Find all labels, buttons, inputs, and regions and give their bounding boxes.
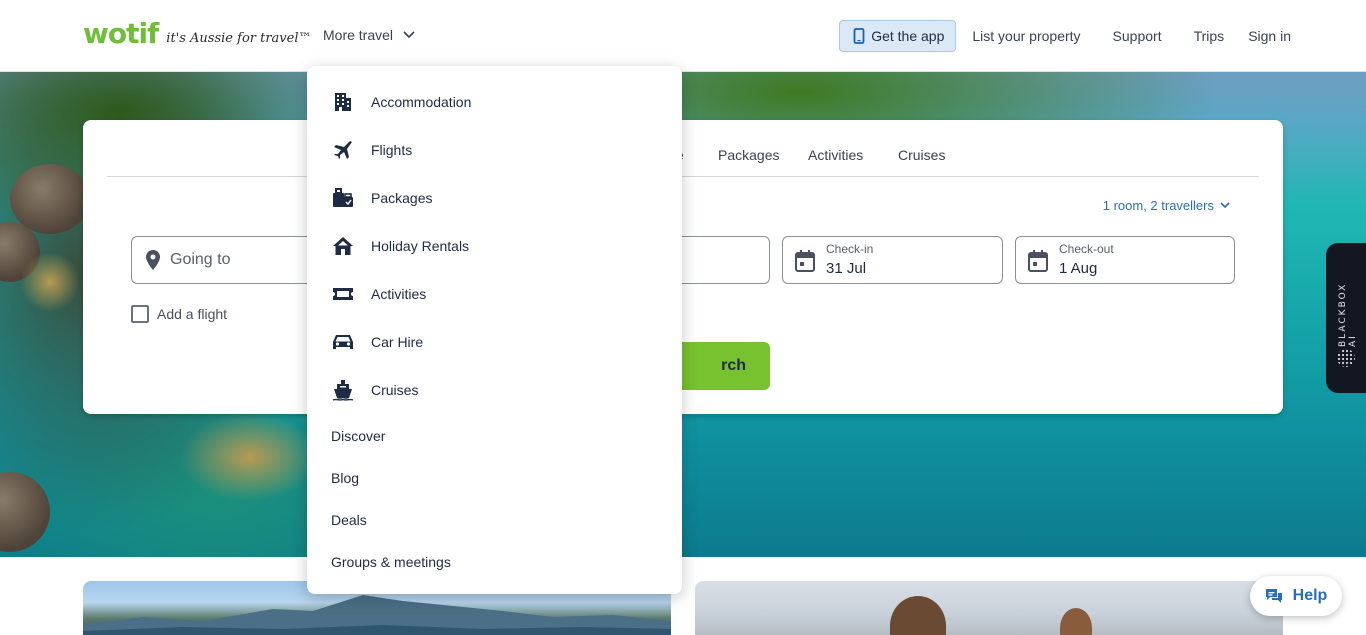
blackbox-ai-label: BLACKBOX AI <box>1338 282 1358 347</box>
menu-item-activities[interactable]: Activities <box>331 282 426 306</box>
going-to-placeholder: Going to <box>170 251 231 268</box>
chevron-down-icon <box>403 31 415 39</box>
menu-item-flights[interactable]: Flights <box>331 138 412 162</box>
help-button[interactable]: Help <box>1250 576 1342 616</box>
menu-item-label: Accommodation <box>371 94 472 110</box>
menu-item-groups-meetings[interactable]: Groups & meetings <box>331 554 451 570</box>
promo-image-people[interactable] <box>695 581 1283 635</box>
more-travel-label: More travel <box>323 27 394 43</box>
calendar-icon <box>795 250 815 272</box>
search-card: e Packages Activities Cruises 1 room, 2 … <box>83 120 1283 414</box>
tab-packages[interactable]: Packages <box>718 147 779 163</box>
blackbox-logo-icon <box>1337 349 1355 367</box>
person-photo <box>890 596 946 635</box>
building-icon <box>331 90 355 114</box>
luggage-icon <box>331 186 355 210</box>
tab-activities[interactable]: Activities <box>808 147 863 163</box>
chat-bubbles-icon <box>1265 589 1282 603</box>
menu-item-label: Packages <box>371 190 433 206</box>
search-tabs: e Packages Activities Cruises <box>107 120 1259 177</box>
add-flight-checkbox[interactable] <box>131 305 149 323</box>
menu-item-deals[interactable]: Deals <box>331 512 367 528</box>
hero-rock <box>10 164 90 234</box>
check-in-value: 31 Jul <box>826 260 867 277</box>
hero-reef <box>20 252 80 312</box>
chevron-down-icon <box>1220 202 1230 209</box>
search-button-label: rch <box>721 357 746 374</box>
add-flight-label: Add a flight <box>157 306 228 322</box>
support-link[interactable]: Support <box>1113 28 1162 44</box>
check-out-value: 1 Aug <box>1059 260 1098 277</box>
hero-reef <box>180 412 320 502</box>
menu-item-label: Cruises <box>371 382 419 398</box>
logo-tagline: it's Aussie for travel™ <box>166 31 312 46</box>
site-header: wotif it's Aussie for travel™ More trave… <box>0 0 1366 72</box>
add-flight-option[interactable]: Add a flight <box>131 305 227 323</box>
calendar-icon <box>1028 250 1048 272</box>
car-icon <box>331 330 355 354</box>
ticket-icon <box>331 282 355 306</box>
check-out-field[interactable]: Check-out 1 Aug <box>1015 236 1235 284</box>
menu-item-blog[interactable]: Blog <box>331 470 359 486</box>
menu-item-label: Flights <box>371 142 413 158</box>
travellers-label: 1 room, 2 travellers <box>1102 198 1214 213</box>
menu-item-discover[interactable]: Discover <box>331 428 385 444</box>
help-label: Help <box>1292 587 1328 604</box>
menu-item-label: Holiday Rentals <box>371 238 470 254</box>
check-in-label: Check-in <box>826 242 874 256</box>
phone-icon <box>853 28 865 44</box>
menu-item-accommodation[interactable]: Accommodation <box>331 90 471 114</box>
blackbox-ai-widget[interactable]: BLACKBOX AI <box>1326 243 1366 393</box>
plane-icon <box>331 138 355 162</box>
ship-icon <box>331 378 355 402</box>
more-travel-dropdown: Accommodation Flights Packages Holiday R… <box>307 66 682 594</box>
menu-item-label: Car Hire <box>371 334 424 350</box>
tab-cruises[interactable]: Cruises <box>898 147 945 163</box>
person-photo <box>1060 608 1092 635</box>
menu-item-holiday-rentals[interactable]: Holiday Rentals <box>331 234 469 258</box>
check-in-field[interactable]: Check-in 31 Jul <box>782 236 1003 284</box>
menu-item-packages[interactable]: Packages <box>331 186 432 210</box>
logo-wordmark: wotif <box>83 17 159 50</box>
map-pin-icon <box>146 250 160 270</box>
more-travel-menu-button[interactable]: More travel <box>323 27 415 43</box>
menu-item-cruises[interactable]: Cruises <box>331 378 418 402</box>
sign-in-link[interactable]: Sign in <box>1248 28 1291 44</box>
house-icon <box>331 234 355 258</box>
wotif-logo[interactable]: wotif it's Aussie for travel™ <box>83 18 312 50</box>
menu-item-car-hire[interactable]: Car Hire <box>331 330 423 354</box>
check-out-label: Check-out <box>1059 242 1114 256</box>
travellers-selector[interactable]: 1 room, 2 travellers <box>1103 198 1230 213</box>
going-to-input[interactable]: Going to <box>131 236 331 284</box>
get-the-app-button[interactable]: Get the app <box>839 20 957 52</box>
list-your-property-link[interactable]: List your property <box>972 28 1080 44</box>
trips-link[interactable]: Trips <box>1194 28 1225 44</box>
get-the-app-label: Get the app <box>871 28 945 44</box>
menu-item-label: Activities <box>371 286 427 302</box>
hero-rock <box>0 472 50 552</box>
header-nav: Get the app List your property Support T… <box>839 20 1291 52</box>
